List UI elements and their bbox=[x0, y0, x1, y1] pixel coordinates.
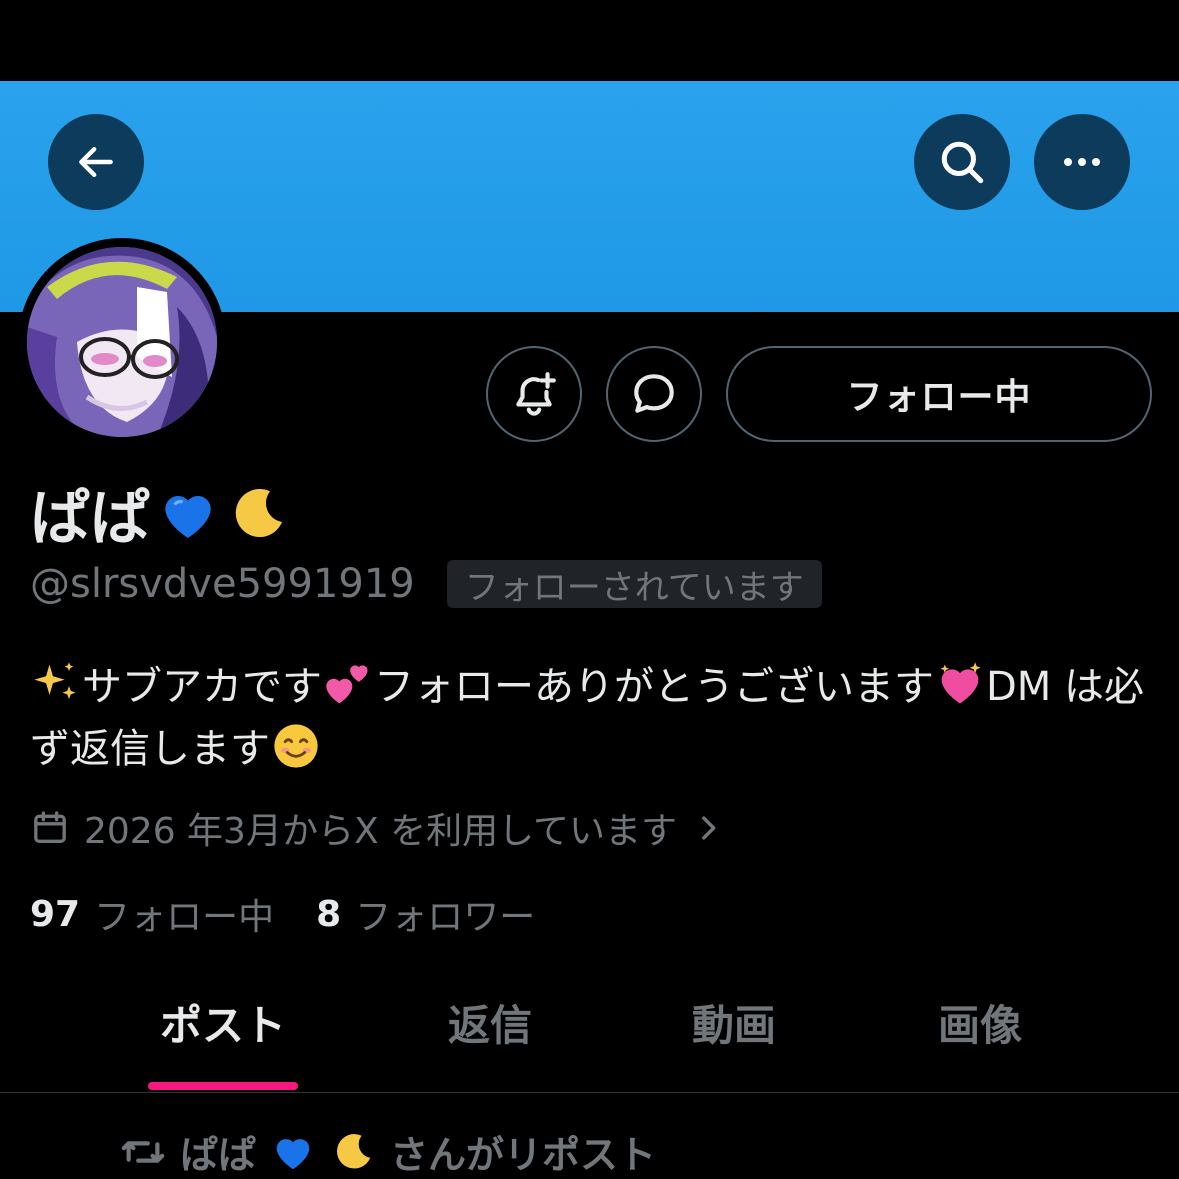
tab-label: 画像 bbox=[937, 1001, 1022, 1050]
notify-button[interactable] bbox=[486, 346, 582, 442]
tab-images[interactable]: 画像 bbox=[900, 990, 1060, 1090]
repost-name: ぱぱ bbox=[180, 1133, 257, 1177]
profile-tabs: ポスト 返信 動画 画像 bbox=[0, 990, 1179, 1090]
following-label[interactable]: フォロー中 bbox=[94, 888, 274, 940]
back-button[interactable] bbox=[48, 114, 144, 210]
crescent-moon-icon bbox=[337, 1133, 371, 1169]
bio-text-2: フォローありがとうございます bbox=[374, 664, 934, 710]
follows-you-badge: フォローされています bbox=[446, 560, 822, 608]
tab-label: 返信 bbox=[447, 1001, 532, 1050]
avatar[interactable] bbox=[27, 247, 217, 437]
smiling-face-icon bbox=[274, 724, 318, 768]
sparkles-icon bbox=[34, 662, 76, 700]
following-count[interactable]: 97 bbox=[30, 894, 80, 935]
repost-suffix: さんがリポスト bbox=[390, 1133, 657, 1177]
message-button[interactable] bbox=[606, 346, 702, 442]
crescent-moon-icon bbox=[235, 488, 282, 537]
chevron-right-icon bbox=[702, 816, 716, 840]
tabs-divider bbox=[0, 1092, 1179, 1093]
tab-replies[interactable]: 返信 bbox=[410, 990, 570, 1090]
repost-icon bbox=[121, 1140, 165, 1163]
bio: サブアカです フォローありがとうございます DM は必ず返信します bbox=[30, 656, 1150, 780]
more-button[interactable] bbox=[1034, 114, 1130, 210]
followers-label[interactable]: フォロワー bbox=[355, 888, 535, 940]
more-horizontal-icon bbox=[1064, 158, 1100, 166]
search-icon bbox=[941, 141, 984, 184]
tab-label: ポスト bbox=[159, 1001, 286, 1050]
joined-date: 2026 年3月からX を利用しています bbox=[84, 811, 677, 852]
avatar-illustration bbox=[27, 247, 217, 437]
active-tab-indicator bbox=[148, 1082, 298, 1090]
handle-row: @slrsvdve5991919 フォローされています bbox=[30, 560, 822, 608]
repost-context[interactable]: ぱぱ さんがリポスト bbox=[120, 1124, 656, 1179]
status-area bbox=[0, 0, 1179, 81]
handle: @slrsvdve5991919 bbox=[30, 561, 415, 607]
blue-heart-icon bbox=[276, 1138, 310, 1169]
tab-posts[interactable]: ポスト bbox=[148, 990, 298, 1090]
arrow-left-icon bbox=[79, 146, 113, 178]
tab-videos[interactable]: 動画 bbox=[654, 990, 814, 1090]
display-name-row: ぱぱ bbox=[30, 470, 290, 557]
follow-stats: 97 フォロー中 8 フォロワー bbox=[30, 888, 535, 940]
search-button[interactable] bbox=[914, 114, 1010, 210]
tab-label: 動画 bbox=[691, 1001, 776, 1050]
bell-plus-icon bbox=[516, 372, 556, 416]
two-hearts-icon bbox=[326, 665, 368, 704]
followers-count[interactable]: 8 bbox=[316, 894, 341, 935]
display-name: ぱぱ bbox=[30, 484, 150, 554]
joined-date-row[interactable]: 2026 年3月からX を利用しています bbox=[30, 802, 725, 854]
blue-heart-icon bbox=[165, 495, 211, 538]
calendar-icon bbox=[34, 811, 66, 843]
message-bubble-icon bbox=[634, 374, 674, 413]
following-button[interactable]: フォロー中 bbox=[726, 346, 1152, 442]
bio-text-1: サブアカです bbox=[82, 664, 322, 710]
sparkling-heart-icon bbox=[940, 662, 981, 704]
